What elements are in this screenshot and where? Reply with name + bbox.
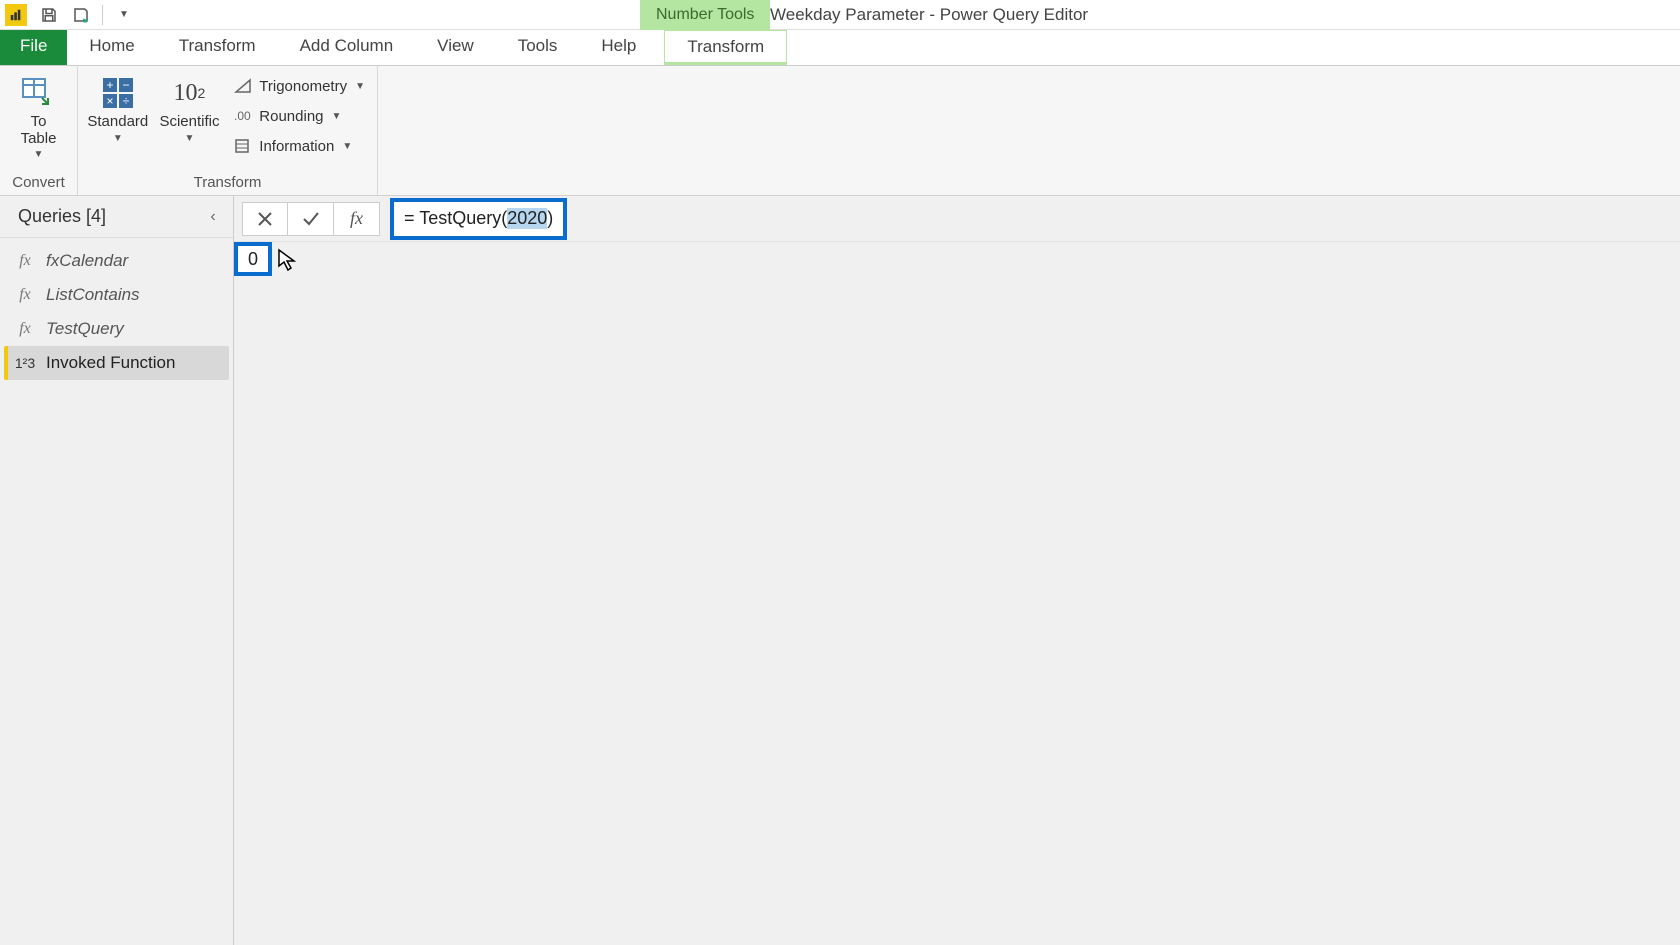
- save-as-icon[interactable]: [68, 2, 94, 28]
- fx-button[interactable]: fx: [334, 202, 380, 236]
- tab-file[interactable]: File: [0, 30, 67, 65]
- ribbon-group-convert: To Table ▼ Convert: [0, 66, 78, 195]
- information-label: Information: [259, 138, 334, 155]
- confirm-formula-button[interactable]: [288, 202, 334, 236]
- ribbon-panel: To Table ▼ Convert + − × ÷ Standard ▼: [0, 66, 1680, 196]
- app-icon: [5, 4, 27, 26]
- ribbon-group-transform: + − × ÷ Standard ▼ 102 Scientific ▼: [78, 66, 378, 195]
- chevron-down-icon: ▼: [34, 149, 44, 160]
- rounding-icon: .00: [233, 106, 253, 126]
- ribbon-group-label-convert: Convert: [6, 174, 71, 193]
- triangle-icon: [233, 76, 253, 96]
- save-icon[interactable]: [36, 2, 62, 28]
- standard-icon: + − × ÷: [99, 74, 137, 112]
- chevron-down-icon: ▼: [355, 81, 365, 92]
- tab-home[interactable]: Home: [67, 30, 156, 65]
- content-area: fx = TestQuery(2020) 0: [234, 196, 1680, 945]
- query-item-invoked-function[interactable]: 1²3 Invoked Function: [4, 346, 229, 380]
- tab-add-column[interactable]: Add Column: [278, 30, 416, 65]
- query-item-label: TestQuery: [46, 319, 124, 339]
- trigonometry-label: Trigonometry: [259, 78, 347, 95]
- queries-pane: Queries [4] ‹ fx fxCalendar fx ListConta…: [0, 196, 234, 945]
- queries-list: fx fxCalendar fx ListContains fx TestQue…: [0, 238, 233, 386]
- scientific-label: Scientific: [159, 114, 219, 131]
- queries-header: Queries [4] ‹: [0, 196, 233, 238]
- to-table-icon: [20, 74, 58, 112]
- scientific-icon: 102: [170, 74, 208, 112]
- quick-access-toolbar: ▼: [36, 2, 137, 28]
- contextual-tool-label: Number Tools: [640, 0, 770, 30]
- query-item-testquery[interactable]: fx TestQuery: [4, 312, 229, 346]
- ribbon-small-buttons: Trigonometry ▼ .00 Rounding ▼ Informatio…: [227, 70, 371, 158]
- function-icon: fx: [14, 286, 36, 304]
- ribbon-group-label-transform: Transform: [84, 174, 371, 193]
- result-area: 0: [234, 242, 1680, 945]
- query-item-listcontains[interactable]: fx ListContains: [4, 278, 229, 312]
- rounding-button[interactable]: .00 Rounding ▼: [227, 104, 371, 128]
- tab-view[interactable]: View: [415, 30, 496, 65]
- formula-input[interactable]: = TestQuery(2020): [390, 198, 567, 240]
- chevron-down-icon: ▼: [332, 111, 342, 122]
- svg-text:−: −: [122, 78, 129, 92]
- chevron-down-icon: ▼: [185, 133, 195, 144]
- scientific-button[interactable]: 102 Scientific ▼: [156, 70, 224, 144]
- chevron-down-icon: ▼: [342, 141, 352, 152]
- tab-transform[interactable]: Transform: [157, 30, 278, 65]
- svg-text:.00: .00: [234, 109, 251, 123]
- information-icon: [233, 136, 253, 156]
- to-table-button[interactable]: To Table ▼: [6, 70, 71, 160]
- to-table-label: To Table: [21, 114, 57, 147]
- queries-header-label: Queries [4]: [18, 206, 106, 227]
- title-bar: ▼ Number Tools Weekday Parameter - Power…: [0, 0, 1680, 30]
- tab-tools[interactable]: Tools: [496, 30, 580, 65]
- tab-contextual-transform[interactable]: Transform: [664, 30, 787, 65]
- qat-dropdown-icon[interactable]: ▼: [111, 2, 137, 28]
- qat-separator: [102, 5, 103, 25]
- formula-bar: fx = TestQuery(2020): [234, 196, 1680, 242]
- collapse-pane-icon[interactable]: ‹: [203, 207, 223, 227]
- formula-suffix: ): [547, 208, 553, 229]
- information-button[interactable]: Information ▼: [227, 134, 371, 158]
- svg-text:+: +: [106, 78, 113, 92]
- query-item-fxcalendar[interactable]: fx fxCalendar: [4, 244, 229, 278]
- query-item-label: ListContains: [46, 285, 140, 305]
- function-icon: fx: [14, 252, 36, 270]
- query-item-label: fxCalendar: [46, 251, 128, 271]
- main-area: Queries [4] ‹ fx fxCalendar fx ListConta…: [0, 196, 1680, 945]
- svg-text:×: ×: [106, 94, 113, 108]
- ribbon-tabs: File Home Transform Add Column View Tool…: [0, 30, 1680, 66]
- standard-label: Standard: [87, 114, 148, 131]
- formula-prefix: = TestQuery(: [404, 208, 507, 229]
- svg-text:÷: ÷: [123, 94, 130, 108]
- result-value-cell[interactable]: 0: [234, 242, 272, 276]
- window-title: Weekday Parameter - Power Query Editor: [770, 0, 1088, 30]
- cursor-icon: [276, 248, 300, 272]
- function-icon: fx: [14, 320, 36, 338]
- formula-selected: 2020: [507, 208, 547, 229]
- number-icon: 1²3: [14, 354, 36, 372]
- query-item-label: Invoked Function: [46, 353, 175, 373]
- trigonometry-button[interactable]: Trigonometry ▼: [227, 74, 371, 98]
- tab-help[interactable]: Help: [579, 30, 658, 65]
- rounding-label: Rounding: [259, 108, 323, 125]
- cancel-formula-button[interactable]: [242, 202, 288, 236]
- chevron-down-icon: ▼: [113, 133, 123, 144]
- standard-button[interactable]: + − × ÷ Standard ▼: [84, 70, 152, 144]
